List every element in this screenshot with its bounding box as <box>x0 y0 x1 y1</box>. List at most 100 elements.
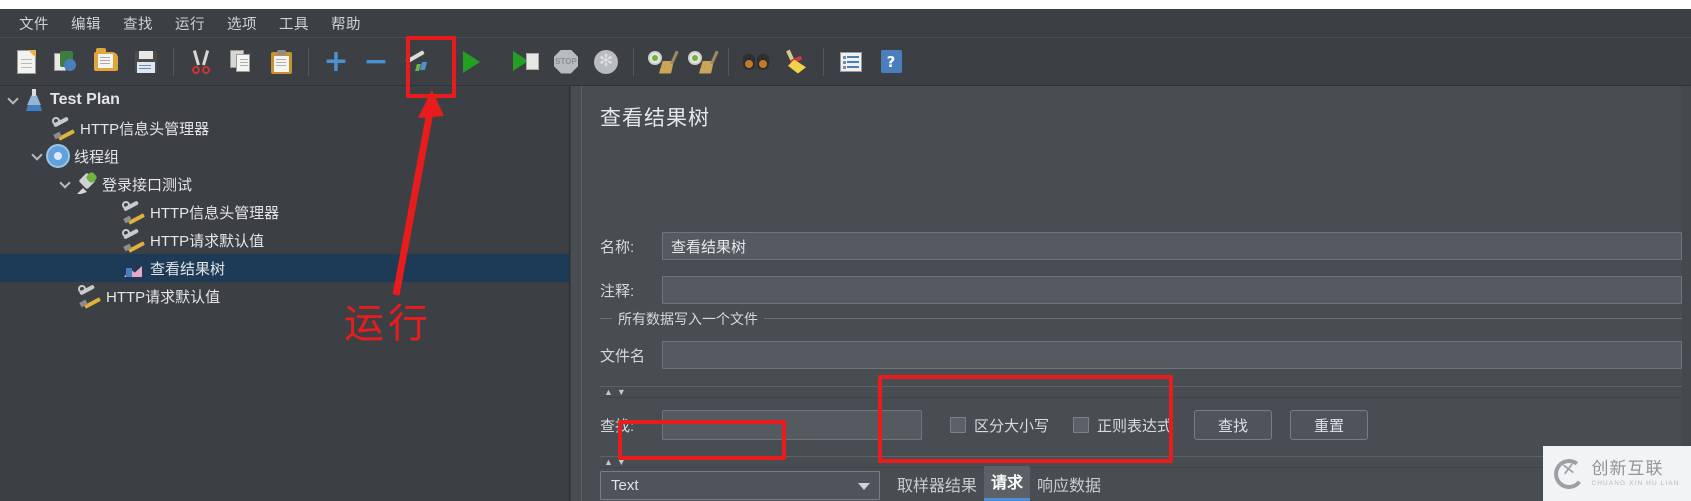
tree-node-label: Test Plan <box>50 91 120 108</box>
filename-input[interactable] <box>662 341 1682 369</box>
copy-button[interactable] <box>224 45 258 79</box>
test-plan-tree: Test Plan HTTP信息头管理器 线程组 登录接口测试 HTTP信息头管… <box>0 86 570 501</box>
function-helper-icon <box>840 51 862 72</box>
view-results-tree-icon <box>122 259 146 277</box>
sampler-pipette-icon <box>74 171 98 195</box>
toolbar: + − STOP ✻ ? <box>0 38 1691 86</box>
result-tabs: 取样器结果 请求 响应数据 <box>890 466 1190 501</box>
config-wrench-icon <box>122 200 146 225</box>
templates-button[interactable] <box>49 45 83 79</box>
paste-button[interactable] <box>264 45 298 79</box>
logo-text: 创新互联 CHUANG XIN HU LIAN <box>1591 458 1680 488</box>
expander-toggle-icon[interactable] <box>4 86 22 114</box>
open-folder-icon <box>94 48 118 71</box>
expander-toggle-icon[interactable] <box>56 170 74 198</box>
toggle-pencil-icon <box>404 49 428 73</box>
shutdown-icon: ✻ <box>594 49 618 74</box>
filename-label: 文件名 <box>600 347 646 365</box>
config-wrench-icon <box>52 116 76 141</box>
find-button[interactable]: 查找 <box>1194 410 1273 440</box>
splitter-down-icon-2[interactable]: ▼ <box>617 457 626 467</box>
menu-search[interactable]: 查找 <box>112 10 164 37</box>
chevron-down-icon[interactable] <box>858 483 870 490</box>
clear-search-icon <box>784 49 808 74</box>
menu-run[interactable]: 运行 <box>164 10 216 37</box>
lower-splitter[interactable]: ▲ ▼ <box>600 456 1682 468</box>
case-sensitive-checkbox-group[interactable]: 区分大小写 <box>950 415 1049 436</box>
clear-all-broom-icon <box>688 50 719 74</box>
reset-button[interactable]: 重置 <box>1290 410 1369 440</box>
tree-node-http-header-manager-2[interactable]: HTTP信息头管理器 <box>0 198 569 226</box>
tree-node-label: 线程组 <box>74 148 120 166</box>
splitter-up-icon[interactable]: ▲ <box>604 387 613 397</box>
help-button[interactable]: ? <box>874 45 908 79</box>
splitter-down-icon[interactable]: ▼ <box>617 387 626 397</box>
menu-edit[interactable]: 编辑 <box>60 10 112 37</box>
name-input[interactable]: 查看结果树 <box>662 232 1682 260</box>
upper-splitter[interactable]: ▲ ▼ <box>600 386 1682 398</box>
renderer-select-value: Text <box>611 477 639 494</box>
shutdown-button[interactable]: ✻ <box>589 45 623 79</box>
regex-checkbox[interactable] <box>1073 417 1090 433</box>
save-button[interactable] <box>129 45 163 79</box>
splitter-up-icon-2[interactable]: ▲ <box>604 457 613 467</box>
tree-node-label: HTTP请求默认值 <box>150 232 265 250</box>
tree-node-http-header-manager-1[interactable]: HTTP信息头管理器 <box>0 114 569 142</box>
write-all-data-title: 所有数据写入一个文件 <box>612 309 764 329</box>
case-sensitive-label: 区分大小写 <box>974 417 1050 435</box>
tree-node-view-results-tree[interactable]: 查看结果树 <box>0 254 569 282</box>
comment-label: 注释: <box>600 282 635 300</box>
stop-icon: STOP <box>554 49 578 74</box>
tab-request[interactable]: 请求 <box>984 466 1031 501</box>
test-plan-flask-icon <box>22 89 46 111</box>
logo-en-text: CHUANG XIN HU LIAN <box>1591 480 1680 488</box>
result-tabs-area: 取样器结果 请求 响应数据 Request Body Request Heade… <box>890 466 1190 501</box>
case-sensitive-checkbox[interactable] <box>950 417 966 433</box>
menu-file[interactable]: 文件 <box>8 10 60 37</box>
menu-tools[interactable]: 工具 <box>268 10 320 37</box>
search-binoculars-icon <box>743 52 769 72</box>
tree-node-test-plan[interactable]: Test Plan <box>0 86 569 114</box>
tree-node-thread-group[interactable]: 线程组 <box>0 142 569 170</box>
menu-options[interactable]: 选项 <box>216 10 268 37</box>
expand-button[interactable]: + <box>319 45 353 79</box>
tab-response-data[interactable]: 响应数据 <box>1030 469 1108 501</box>
clear-all-button[interactable] <box>684 45 719 79</box>
toggle-button[interactable] <box>399 45 433 79</box>
tab-sampler-result[interactable]: 取样器结果 <box>890 469 984 501</box>
element-config-panel: 查看结果树 名称: 查看结果树 注释: 所有数据写入一个文件 文件名 ▲ ▼ 查… <box>571 86 1691 501</box>
tree-node-label: 登录接口测试 <box>102 176 193 194</box>
run-no-pauses-button[interactable] <box>509 45 543 79</box>
clear-button[interactable] <box>644 45 679 79</box>
menu-help[interactable]: 帮助 <box>320 10 372 37</box>
write-all-data-groupbox: 所有数据写入一个文件 文件名 <box>600 309 1682 380</box>
tree-node-http-request-defaults-2[interactable]: HTTP请求默认值 <box>0 282 569 310</box>
search-button[interactable] <box>739 45 773 79</box>
new-document-button[interactable] <box>9 45 43 79</box>
search-input[interactable] <box>662 410 922 440</box>
comment-input[interactable] <box>662 276 1682 304</box>
logo-cn-text: 创新互联 <box>1591 458 1664 478</box>
toolbar-separator <box>308 47 309 76</box>
panel-scrollbar[interactable] <box>1682 86 1691 501</box>
tree-node-login-api-test[interactable]: 登录接口测试 <box>0 170 569 198</box>
thread-group-gear-icon <box>46 146 70 166</box>
function-helper-button[interactable] <box>834 45 868 79</box>
cut-button[interactable] <box>184 45 218 79</box>
regex-label: 正则表达式 <box>1097 417 1173 435</box>
clear-search-button[interactable] <box>779 45 813 79</box>
stop-button[interactable]: STOP <box>549 45 583 79</box>
renderer-select[interactable]: Text <box>600 471 880 500</box>
regex-checkbox-group[interactable]: 正则表达式 <box>1073 415 1172 436</box>
cut-scissors-icon <box>190 49 212 74</box>
open-button[interactable] <box>89 45 123 79</box>
tree-node-http-request-defaults-1[interactable]: HTTP请求默认值 <box>0 226 569 254</box>
window-top-strip <box>0 0 1691 9</box>
collapse-button[interactable]: − <box>359 45 393 79</box>
run-button[interactable] <box>454 45 488 79</box>
expander-toggle-icon[interactable] <box>28 142 46 170</box>
